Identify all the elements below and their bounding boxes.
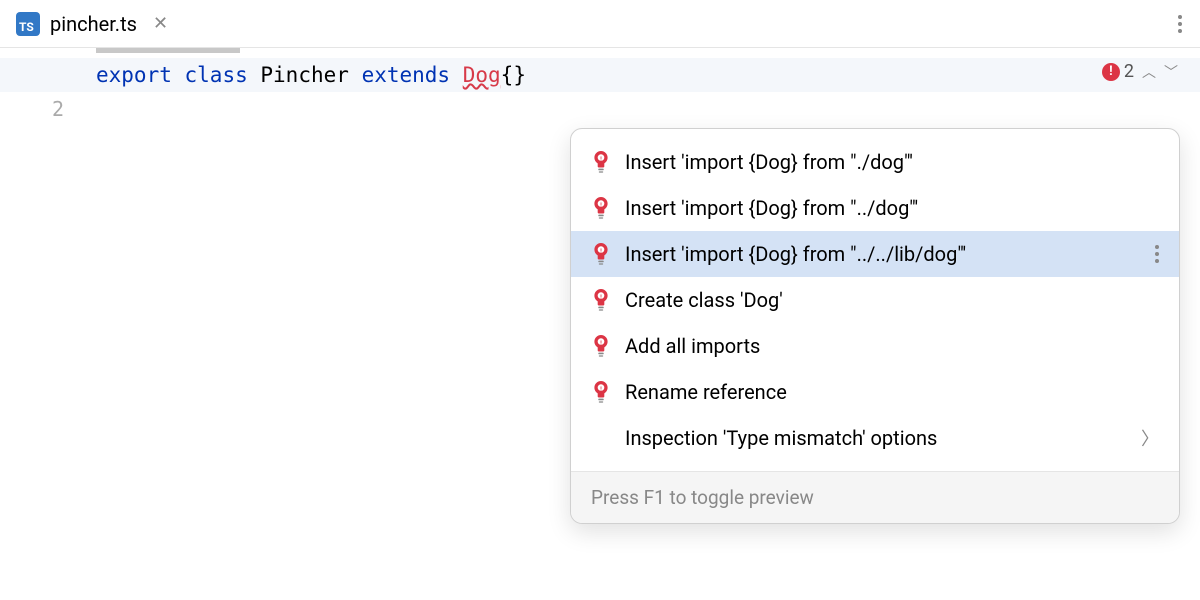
quickfix-item-selected[interactable]: ! Insert 'import {Dog} from "../../lib/d… — [571, 231, 1179, 277]
keyword-export: export — [96, 63, 172, 87]
error-count: 2 — [1124, 61, 1134, 82]
quickfix-item[interactable]: ! Insert 'import {Dog} from "./dog"' — [571, 139, 1179, 185]
keyword-extends: extends — [362, 63, 451, 87]
classname: Pincher — [260, 63, 349, 87]
bulb-icon: ! — [591, 152, 611, 172]
error-icon: ! — [1102, 63, 1120, 81]
status-indicators: ! 2 ︿ ﹀ — [1102, 61, 1178, 82]
close-icon[interactable]: ✕ — [153, 13, 168, 34]
quickfix-item[interactable]: ! Add all imports — [571, 323, 1179, 369]
tab-group: TS pincher.ts ✕ — [0, 0, 186, 48]
vertical-dots-icon — [1178, 15, 1182, 33]
line-number[interactable]: 2 — [0, 92, 64, 126]
code-line[interactable]: export class Pincher extends Dog{} — [0, 58, 1200, 92]
quickfix-label: Insert 'import {Dog} from "./dog"' — [625, 150, 913, 174]
quickfix-label: Add all imports — [625, 334, 760, 358]
quickfix-label: Create class 'Dog' — [625, 288, 783, 312]
chevron-right-icon: 〉 — [1141, 425, 1159, 451]
bulb-icon: ! — [591, 198, 611, 218]
code-line[interactable] — [96, 92, 1200, 126]
quickfix-footer: Press F1 to toggle preview — [571, 471, 1179, 523]
chevron-down-icon[interactable]: ﹀ — [1164, 62, 1178, 82]
bulb-icon: ! — [591, 244, 611, 264]
bulb-icon: ! — [591, 336, 611, 356]
more-menu-button[interactable] — [1160, 15, 1200, 33]
quickfix-label: Rename reference — [625, 380, 787, 404]
vertical-dots-icon — [1155, 245, 1159, 263]
keyword-class: class — [185, 63, 248, 87]
quickfix-item-submenu[interactable]: Inspection 'Type mismatch' options 〉 — [571, 415, 1179, 461]
bulb-icon: ! — [591, 290, 611, 310]
empty-icon — [591, 428, 611, 448]
error-token[interactable]: Dog — [463, 63, 501, 87]
quickfix-list: ! Insert 'import {Dog} from "./dog"' ! I… — [571, 129, 1179, 471]
chevron-up-icon[interactable]: ︿ — [1142, 62, 1156, 82]
quickfix-popup: ! Insert 'import {Dog} from "./dog"' ! I… — [570, 128, 1180, 524]
quickfix-item[interactable]: ! Rename reference — [571, 369, 1179, 415]
quickfix-item[interactable]: ! Insert 'import {Dog} from "../dog"' — [571, 185, 1179, 231]
tab-bar: TS pincher.ts ✕ — [0, 0, 1200, 48]
editor-tab[interactable]: TS pincher.ts ✕ — [0, 0, 186, 48]
typescript-icon: TS — [16, 12, 40, 36]
quickfix-label: Insert 'import {Dog} from "../dog"' — [625, 196, 918, 220]
tab-filename: pincher.ts — [50, 12, 137, 36]
braces: {} — [501, 63, 526, 87]
error-indicator[interactable]: ! 2 — [1102, 61, 1134, 82]
item-more-button[interactable] — [1155, 245, 1159, 263]
quickfix-label: Insert 'import {Dog} from "../../lib/dog… — [625, 242, 966, 266]
quickfix-label: Inspection 'Type mismatch' options — [625, 426, 937, 450]
bulb-icon: ! — [591, 382, 611, 402]
gutter: 1 2 — [0, 48, 96, 600]
quickfix-item[interactable]: ! Create class 'Dog' — [571, 277, 1179, 323]
